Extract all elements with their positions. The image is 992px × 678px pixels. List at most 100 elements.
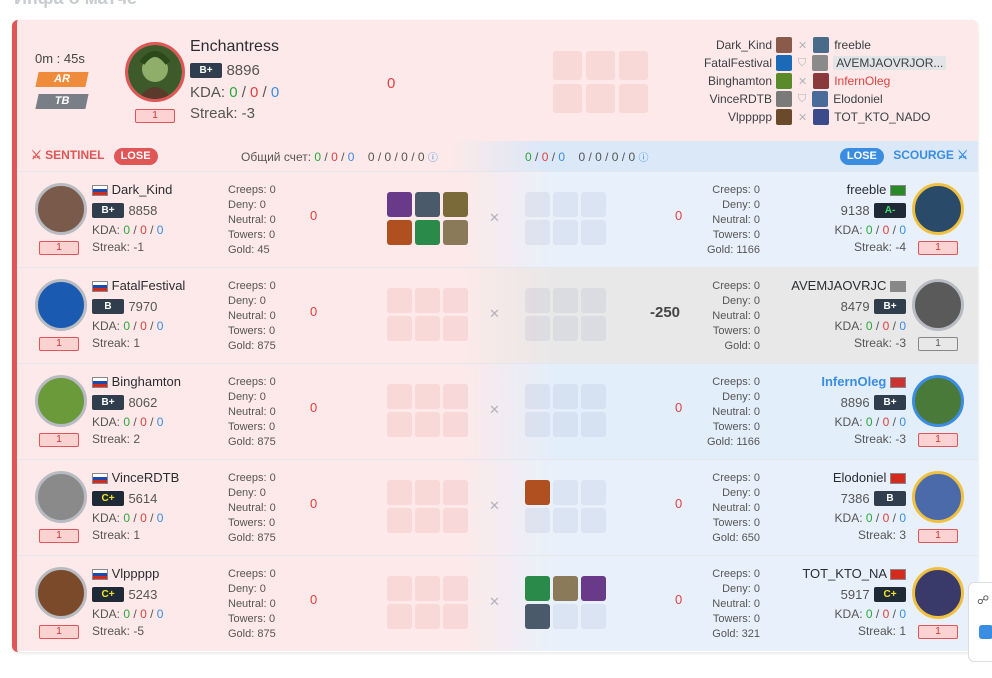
item-icon[interactable] bbox=[581, 576, 606, 601]
item-slot-empty bbox=[553, 192, 578, 217]
item-icon[interactable] bbox=[387, 220, 412, 245]
player-name[interactable]: freeble bbox=[847, 182, 887, 197]
info-icon[interactable]: ⓘ bbox=[428, 153, 438, 164]
player-streak: Streak: 1 bbox=[92, 528, 141, 542]
item-icon[interactable] bbox=[525, 604, 550, 629]
player-streak: Streak: -1 bbox=[92, 240, 145, 254]
chat-icon[interactable]: ☍ bbox=[977, 593, 992, 607]
team-score-bar: ⚔ SENTINEL LOSE Общий счет: 0 / 0 / 0 0 … bbox=[17, 141, 978, 171]
lineup-left-name[interactable]: Binghamton bbox=[667, 74, 772, 88]
item-slot-empty bbox=[553, 384, 578, 409]
level-badge: 1 bbox=[39, 625, 79, 639]
hero-icon bbox=[776, 55, 792, 71]
item-icon[interactable] bbox=[387, 192, 412, 217]
player-name[interactable]: VinceRDTB bbox=[112, 470, 180, 485]
hero-avatar[interactable] bbox=[35, 567, 87, 619]
player-row: 1 Vlppppp C+ 5243 KDA: 0 / 0 / 0 Streak:… bbox=[17, 555, 978, 651]
item-icon[interactable] bbox=[525, 480, 550, 505]
hero-avatar[interactable] bbox=[35, 375, 87, 427]
item-slot-empty bbox=[387, 604, 412, 629]
mvp-name[interactable]: Enchantress bbox=[190, 38, 279, 56]
hero-avatar[interactable] bbox=[35, 471, 87, 523]
item-slot-empty bbox=[581, 220, 606, 245]
item-slot-empty bbox=[581, 192, 606, 217]
player-name[interactable]: Vlppppp bbox=[112, 566, 160, 581]
player-name[interactable]: Elodoniel bbox=[833, 470, 887, 485]
hero-avatar[interactable] bbox=[912, 471, 964, 523]
scourge-label: SCOURGE bbox=[893, 148, 954, 162]
player-stats: Creeps: 0 Deny: 0 Neutral: 0 Towers: 0 Gold:… bbox=[712, 568, 760, 640]
level-badge: 1 bbox=[918, 241, 958, 255]
item-slot-empty bbox=[553, 480, 578, 505]
level-badge: 1 bbox=[918, 337, 958, 351]
lineup-left-name[interactable]: VinceRDTB bbox=[667, 92, 772, 106]
hero-avatar[interactable] bbox=[35, 183, 87, 235]
item-slot-empty bbox=[581, 604, 606, 629]
item-grid bbox=[525, 192, 606, 245]
lineup-right-name[interactable]: AVEMJAOVRJOR... bbox=[833, 56, 947, 70]
player-streak: Streak: 1 bbox=[92, 336, 141, 350]
match-info-page: Инфа о матче 0m : 45s AR TB 1 Enchantres… bbox=[0, 0, 992, 678]
mvp-streak: Streak: -3 bbox=[190, 105, 256, 122]
player-name[interactable]: Binghamton bbox=[112, 374, 181, 389]
item-grid bbox=[525, 480, 606, 533]
item-slot-empty bbox=[553, 288, 578, 313]
item-slot-empty bbox=[443, 288, 468, 313]
rank-badge: B+ bbox=[874, 299, 906, 315]
flag-icon bbox=[890, 569, 906, 581]
item-slot-empty bbox=[553, 220, 578, 245]
hero-avatar[interactable] bbox=[35, 279, 87, 331]
player-name[interactable]: FatalFestival bbox=[112, 278, 186, 293]
rank-badge: B bbox=[874, 491, 906, 507]
player-name[interactable]: InfernOleg bbox=[821, 374, 886, 389]
shield-icon[interactable] bbox=[979, 625, 992, 639]
lineup-right-name[interactable]: Elodoniel bbox=[833, 92, 882, 106]
lineup-left-name[interactable]: Vlppppp bbox=[667, 110, 772, 124]
item-icon[interactable] bbox=[525, 576, 550, 601]
flag-icon bbox=[92, 569, 108, 581]
mvp-kda: KDA: 0 / 0 / 0 bbox=[190, 84, 280, 101]
player-kda: KDA: 0 / 0 / 0 bbox=[834, 223, 906, 237]
level-badge: 1 bbox=[39, 433, 79, 447]
lineup-right-name[interactable]: freeble bbox=[834, 38, 871, 52]
lineup-right-name[interactable]: TOT_KTO_NADO bbox=[834, 110, 930, 124]
crossed-swords-icon: ⚔ bbox=[957, 148, 968, 162]
item-icon[interactable] bbox=[553, 576, 578, 601]
item-icon[interactable] bbox=[415, 192, 440, 217]
item-icon[interactable] bbox=[415, 220, 440, 245]
player-info: Binghamton B+ 8062 KDA: 0 / 0 / 0 Streak… bbox=[92, 374, 181, 446]
item-icon[interactable] bbox=[443, 192, 468, 217]
player-name[interactable]: Dark_Kind bbox=[112, 182, 173, 197]
item-icon[interactable] bbox=[443, 220, 468, 245]
item-slot-empty bbox=[415, 412, 440, 437]
rank-badge: B+ bbox=[92, 395, 124, 411]
lineup-right-name[interactable]: InfernOleg bbox=[834, 74, 890, 88]
player-row: 1 VinceRDTB C+ 5614 KDA: 0 / 0 / 0 Strea… bbox=[17, 459, 978, 555]
item-slot-empty bbox=[586, 51, 615, 80]
hero-avatar[interactable] bbox=[912, 183, 964, 235]
lineup: Dark_Kind ✕ freeble FatalFestival ⛉ AVEM… bbox=[667, 36, 972, 126]
hero-avatar[interactable] bbox=[912, 279, 964, 331]
item-slot-empty bbox=[443, 576, 468, 601]
side-widget[interactable]: ☍ bbox=[968, 582, 992, 662]
mvp-rank-badge: B+ bbox=[190, 63, 222, 79]
gold-diff: 0 bbox=[310, 208, 318, 223]
player-name[interactable]: TOT_KTO_NA bbox=[802, 566, 886, 581]
item-slot-empty bbox=[525, 508, 550, 533]
lineup-left-name[interactable]: Dark_Kind bbox=[667, 38, 772, 52]
lineup-left-name[interactable]: FatalFestival bbox=[667, 56, 772, 70]
mode-badge-tb: TB bbox=[35, 94, 89, 109]
hero-avatar[interactable] bbox=[912, 567, 964, 619]
mvp-level: 1 bbox=[135, 109, 175, 123]
item-grid bbox=[525, 288, 606, 341]
info-icon[interactable]: ⓘ bbox=[638, 153, 648, 164]
flag-icon bbox=[890, 281, 906, 293]
player-stats: Creeps: 0 Deny: 0 Neutral: 0 Towers: 0 Gold:… bbox=[228, 280, 276, 352]
item-slot-empty bbox=[525, 412, 550, 437]
player-kda: KDA: 0 / 0 / 0 bbox=[92, 223, 164, 237]
player-streak: Streak: -5 bbox=[92, 624, 145, 638]
player-name[interactable]: AVEMJAOVRJC bbox=[791, 278, 886, 293]
mvp-hero-avatar[interactable] bbox=[125, 42, 185, 102]
item-slot-empty bbox=[553, 412, 578, 437]
hero-avatar[interactable] bbox=[912, 375, 964, 427]
